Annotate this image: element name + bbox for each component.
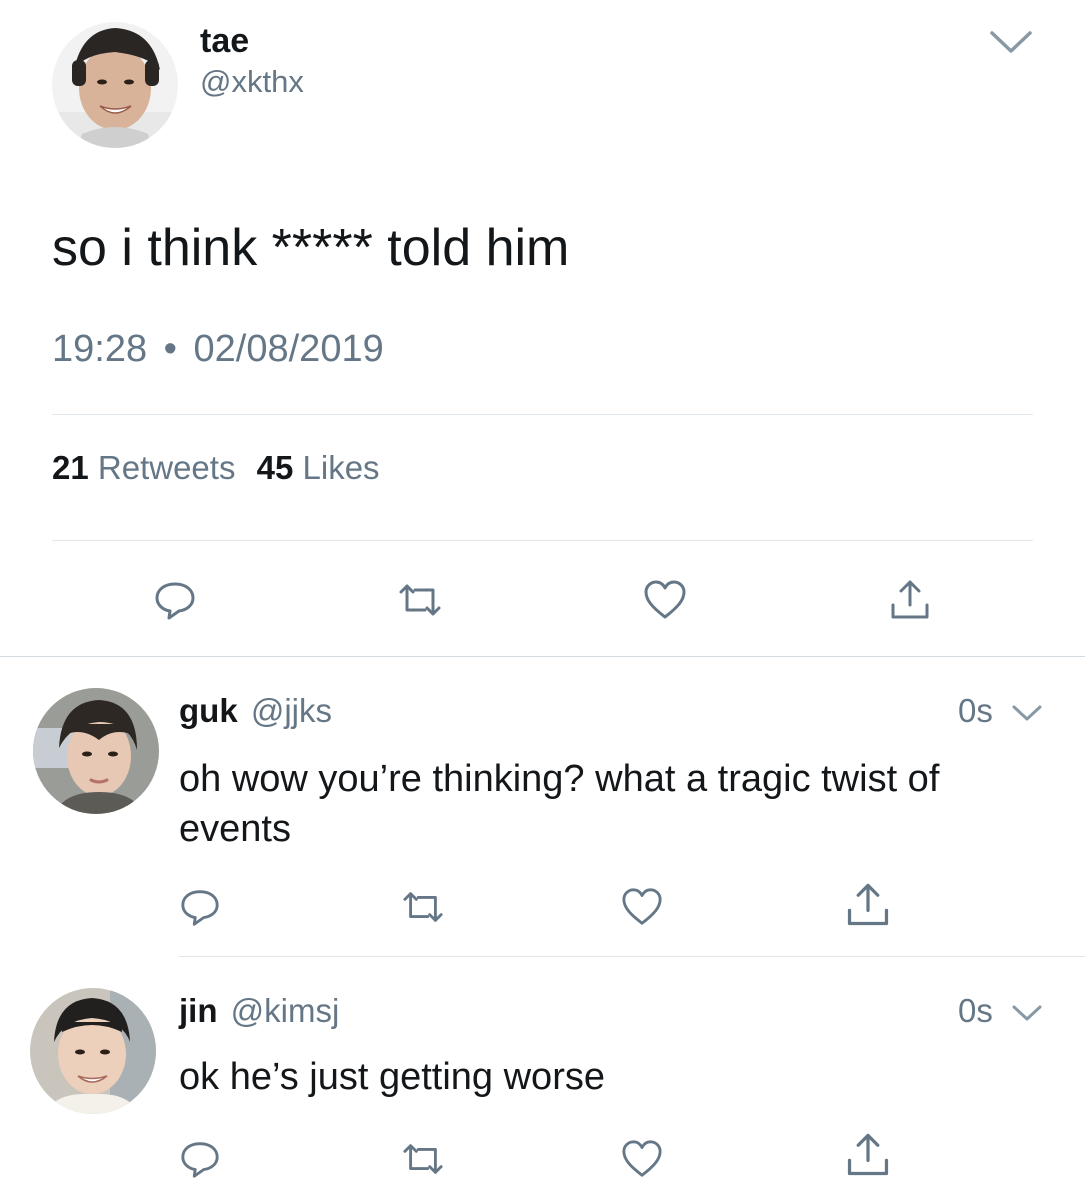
avatar[interactable] [33, 688, 159, 814]
like-icon[interactable] [617, 882, 667, 932]
display-name[interactable]: guk [179, 692, 238, 729]
retweets-stat[interactable]: 21 Retweets [52, 449, 245, 486]
share-icon[interactable] [843, 1130, 893, 1180]
chevron-down-icon[interactable] [1010, 1002, 1044, 1024]
tweet-text: so i think ***** told him [52, 219, 570, 277]
like-icon[interactable] [617, 1134, 667, 1184]
avatar[interactable] [30, 988, 156, 1114]
reply-text: oh wow you’re thinking? what a tragic tw… [179, 758, 940, 850]
likes-label: Likes [302, 449, 380, 486]
handle[interactable]: @jjks [251, 692, 332, 729]
reply-icon[interactable] [175, 1134, 225, 1184]
reply-time: 0s [958, 692, 993, 729]
reply-icon[interactable] [175, 882, 225, 932]
avatar[interactable] [52, 22, 178, 148]
reply-header: guk @jjks [179, 692, 332, 730]
divider [52, 414, 1033, 415]
handle[interactable]: @xkthx [200, 64, 304, 100]
chevron-down-icon[interactable] [988, 28, 1034, 56]
tweet-date: 02/08/2019 [193, 328, 384, 370]
retweets-label: Retweets [97, 449, 236, 486]
like-icon[interactable] [640, 575, 690, 625]
share-icon[interactable] [885, 575, 935, 625]
tweet-timestamp: 19:28 • 02/08/2019 [52, 328, 384, 371]
retweet-icon[interactable] [395, 575, 445, 625]
timestamp-separator: • [163, 328, 177, 370]
likes-count: 45 [256, 449, 294, 486]
handle[interactable]: @kimsj [231, 992, 340, 1029]
display-name[interactable]: tae [200, 22, 249, 61]
retweet-icon[interactable] [398, 882, 448, 932]
reply-time: 0s [958, 992, 993, 1029]
likes-stat[interactable]: 45 Likes [257, 449, 380, 486]
reply-icon[interactable] [150, 575, 200, 625]
retweet-icon[interactable] [398, 1134, 448, 1184]
chevron-down-icon[interactable] [1010, 702, 1044, 724]
engagement-stats: 21 Retweets 45 Likes [52, 449, 380, 487]
retweets-count: 21 [52, 449, 89, 486]
reply-header: jin @kimsj [179, 992, 339, 1030]
display-name[interactable]: jin [179, 992, 218, 1029]
tweet-time: 19:28 [52, 328, 148, 370]
divider [0, 656, 1085, 657]
share-icon[interactable] [843, 880, 893, 930]
divider [179, 956, 1085, 957]
divider [52, 540, 1033, 541]
reply-text: ok he’s just getting worse [179, 1056, 605, 1098]
